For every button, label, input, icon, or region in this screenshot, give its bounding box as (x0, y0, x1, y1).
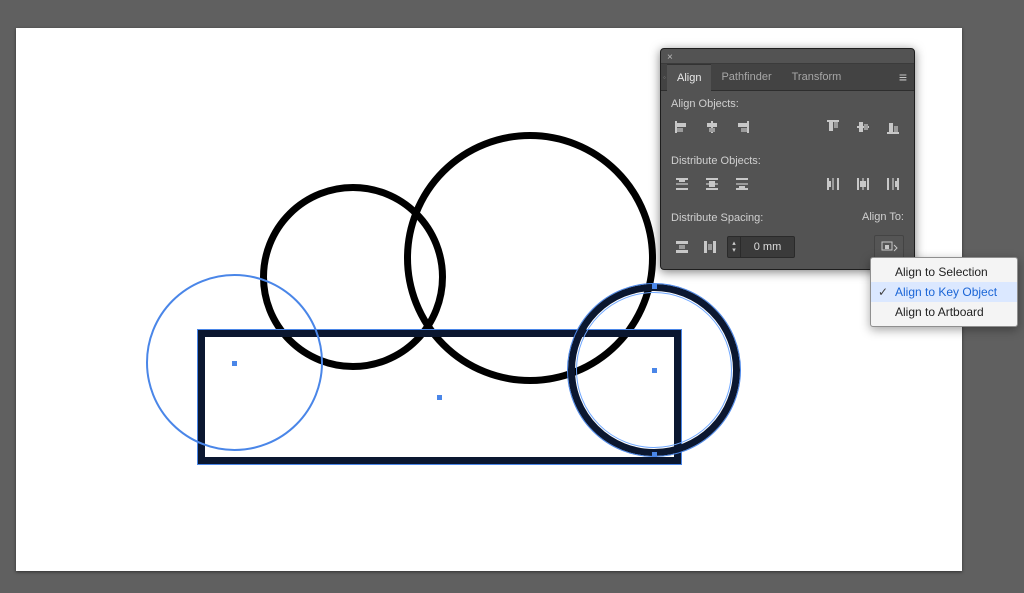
close-icon[interactable]: × (667, 52, 673, 63)
distribute-bottom-icon[interactable] (731, 173, 753, 195)
align-right-icon[interactable] (731, 116, 753, 138)
panel-menu-icon[interactable]: ≡ (891, 69, 914, 85)
check-icon: ✓ (878, 285, 888, 299)
tab-align[interactable]: Align (667, 64, 711, 91)
align-left-icon[interactable] (671, 116, 693, 138)
align-vcenter-icon[interactable] (852, 116, 874, 138)
distribute-hcenter-icon[interactable] (852, 173, 874, 195)
menu-item-label: Align to Artboard (895, 305, 984, 319)
section-align-objects: Align Objects: (661, 91, 914, 148)
selection-handle[interactable] (652, 368, 657, 373)
align-to-button[interactable] (874, 235, 904, 259)
distribute-left-icon[interactable] (822, 173, 844, 195)
panel-tabs: ◦ Align Pathfinder Transform ≡ (661, 64, 914, 91)
tab-transform[interactable]: Transform (782, 64, 852, 90)
tab-label: Align (677, 72, 701, 84)
distribute-top-icon[interactable] (671, 173, 693, 195)
panel-titlebar[interactable]: × (661, 49, 914, 64)
spacing-input[interactable]: ▴▾ 0 mm (727, 236, 795, 258)
section-title: Distribute Objects: (671, 155, 904, 167)
align-top-icon[interactable] (822, 116, 844, 138)
stepper-icon[interactable]: ▴▾ (728, 237, 741, 257)
align-bottom-icon[interactable] (882, 116, 904, 138)
section-title: Align To: (862, 211, 904, 223)
tab-label: Pathfinder (721, 71, 771, 83)
menu-item-label: Align to Selection (895, 265, 988, 279)
selection-handle[interactable] (652, 284, 657, 289)
space-vertical-icon[interactable] (671, 236, 693, 258)
menu-item-label: Align to Key Object (895, 285, 997, 299)
selection-handle[interactable] (437, 395, 442, 400)
menu-item-align-to-key-object[interactable]: ✓ Align to Key Object (871, 282, 1017, 302)
space-horizontal-icon[interactable] (699, 236, 721, 258)
distribute-vcenter-icon[interactable] (701, 173, 723, 195)
distribute-right-icon[interactable] (882, 173, 904, 195)
align-hcenter-icon[interactable] (701, 116, 723, 138)
section-title: Distribute Spacing: (671, 212, 856, 224)
selection-handle[interactable] (652, 452, 657, 457)
selection-handle[interactable] (232, 361, 237, 366)
align-to-key-object-icon (880, 239, 898, 255)
menu-item-align-to-selection[interactable]: Align to Selection (871, 262, 1017, 282)
menu-item-align-to-artboard[interactable]: Align to Artboard (871, 302, 1017, 322)
tab-label: Transform (792, 71, 842, 83)
align-to-dropdown: Align to Selection ✓ Align to Key Object… (870, 257, 1018, 327)
tab-pathfinder[interactable]: Pathfinder (711, 64, 781, 90)
section-distribute-objects: Distribute Objects: (661, 148, 914, 205)
section-title: Align Objects: (671, 98, 904, 110)
align-panel: × ◦ Align Pathfinder Transform ≡ Align O… (660, 48, 915, 270)
spacing-value: 0 mm (741, 241, 794, 253)
